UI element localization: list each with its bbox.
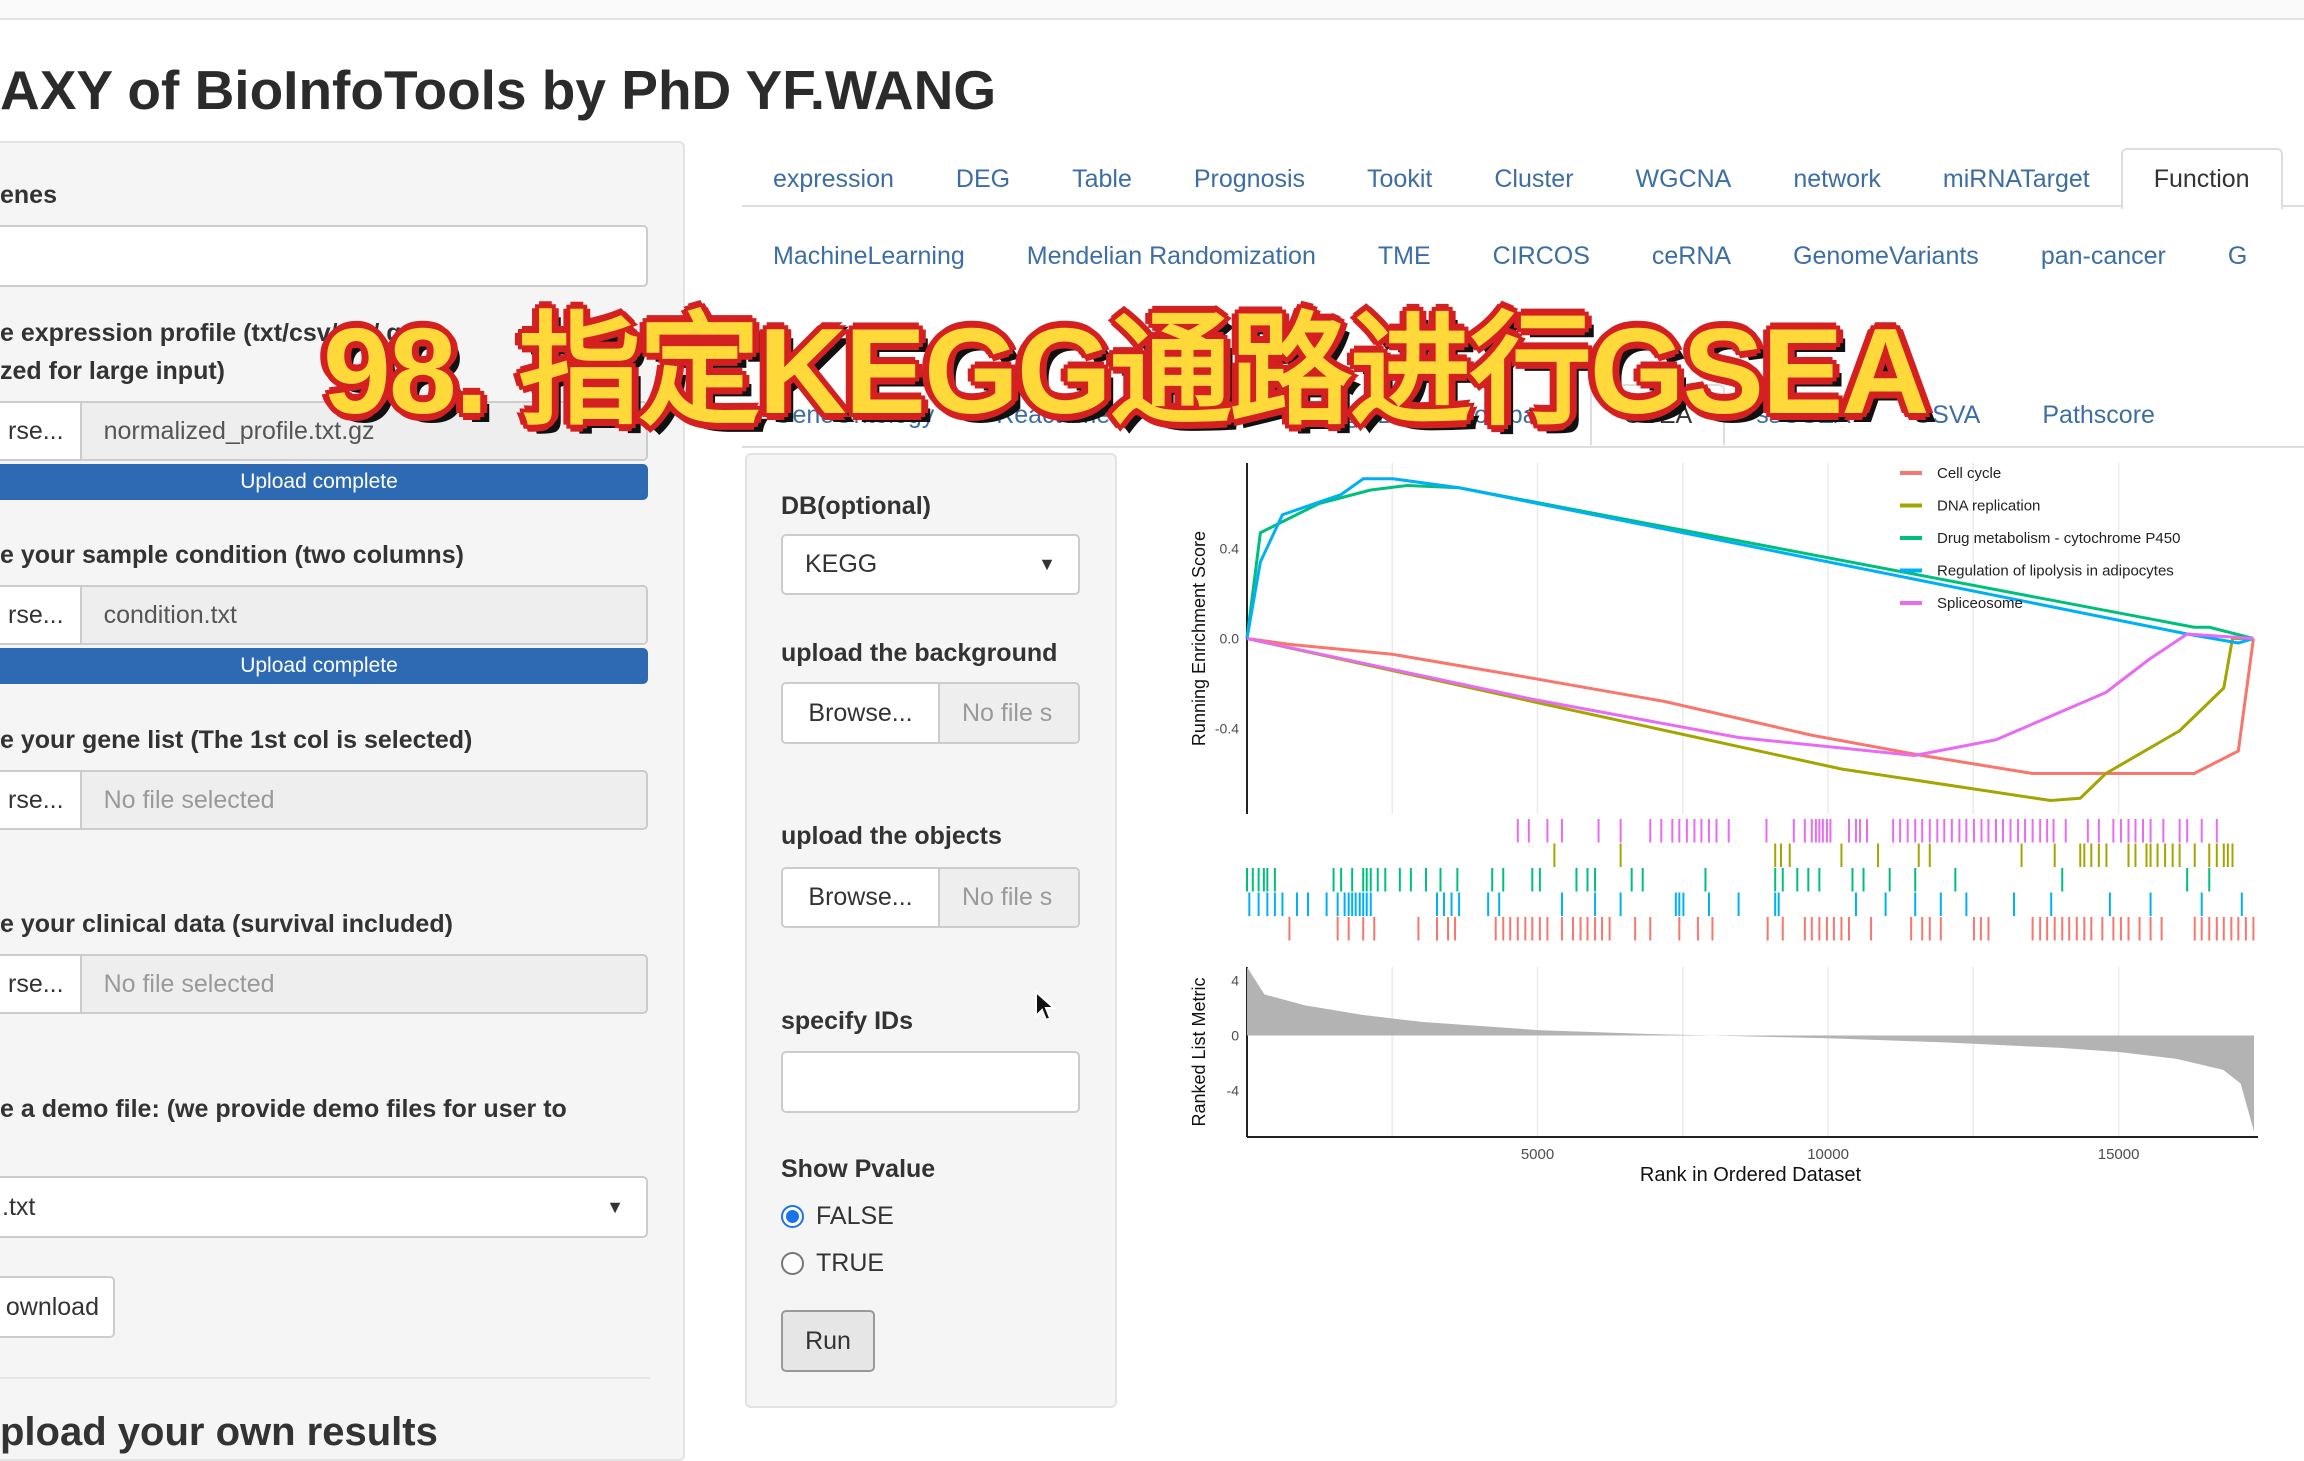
metric-tick-label: 4 xyxy=(1231,973,1239,989)
page-title: AXY of BioInfoTools by PhD YF.WANG xyxy=(0,59,997,121)
mouse-cursor-icon xyxy=(1035,990,1056,1022)
condition-file-input[interactable]: rse... condition.txt xyxy=(0,585,648,645)
tab-deg[interactable]: DEG xyxy=(925,148,1041,210)
legend-label: Cell cycle xyxy=(1937,465,2001,482)
show-pvalue-label: Show Pvalue xyxy=(781,1155,936,1183)
background-label: upload the background xyxy=(781,639,1058,667)
tab-expression[interactable]: expression xyxy=(742,148,925,210)
background-file-input[interactable]: Browse... No file s xyxy=(781,682,1080,744)
upload-progress-bar: Upload complete xyxy=(0,464,648,500)
objects-label: upload the objects xyxy=(781,822,1002,850)
x-tick-label: 15000 xyxy=(2098,1146,2140,1163)
x-tick-label: 10000 xyxy=(1807,1146,1849,1163)
file-name: No file s xyxy=(940,869,1078,926)
metric-y-axis-title: Ranked List Metric xyxy=(1189,977,1209,1126)
browse-button[interactable]: Browse... xyxy=(783,684,940,742)
pvalue-radio-true[interactable]: TRUE xyxy=(781,1249,884,1278)
browse-button[interactable]: rse... xyxy=(0,403,82,459)
file-name: No file selected xyxy=(81,772,646,828)
browse-button[interactable]: rse... xyxy=(0,772,82,828)
browse-button[interactable]: rse... xyxy=(0,956,82,1012)
browser-top-bar xyxy=(0,0,2304,20)
demo-select-value: .txt xyxy=(2,1192,36,1221)
tab-prognosis[interactable]: Prognosis xyxy=(1163,148,1336,210)
file-name: No file s xyxy=(940,684,1078,742)
es-line-spliceosome xyxy=(1246,632,2254,757)
tab-tookit[interactable]: Tookit xyxy=(1336,148,1463,210)
video-caption-overlay: 98. 指定KEGG通路进行GSEA xyxy=(321,301,1933,442)
es-line-regulation-of-lipolysis-in-adipocytes xyxy=(1245,477,2254,645)
radio-selected-icon[interactable] xyxy=(781,1205,804,1228)
radio-unselected-icon[interactable] xyxy=(781,1252,804,1275)
tab-g[interactable]: G xyxy=(2197,225,2278,287)
run-button[interactable]: Run xyxy=(781,1310,875,1372)
metric-tick-label: -4 xyxy=(1227,1082,1240,1098)
clinical-file-input[interactable]: rse... No file selected xyxy=(0,954,648,1014)
db-label: DB(optional) xyxy=(781,492,931,520)
tab-network[interactable]: network xyxy=(1762,148,1912,210)
db-select[interactable]: KEGG ▼ xyxy=(781,534,1080,595)
objects-file-input[interactable]: Browse... No file s xyxy=(781,867,1080,928)
metric-tick-label: 0 xyxy=(1231,1028,1239,1044)
gsea-plot: 0.4 0.0 -0.4 4 0 -4 5000 10000 15000 Rank in Orde… xyxy=(1189,463,2258,1186)
legend-label: Drug metabolism - cytochrome P450 xyxy=(1937,530,2180,547)
es-line-cell-cycle xyxy=(1246,637,2255,775)
tab-cluster[interactable]: Cluster xyxy=(1463,148,1604,210)
tab-pan-cancer[interactable]: pan-cancer xyxy=(2010,225,2197,287)
file-name: condition.txt xyxy=(81,587,646,643)
tab-pathscore[interactable]: Pathscore xyxy=(2011,384,2186,446)
demo-file-select[interactable]: .txt ▼ xyxy=(0,1176,648,1238)
ranked-metric-area xyxy=(1247,967,2254,1132)
file-name: No file selected xyxy=(81,956,646,1012)
specify-ids-label: specify IDs xyxy=(781,1007,914,1035)
es-tick-label: -0.4 xyxy=(1215,721,1239,737)
tab-row-main: expression DEG Table Prognosis Tookit Cluster… xyxy=(742,148,2283,210)
tab-function[interactable]: Function xyxy=(2120,148,2283,210)
es-line-dna-replication xyxy=(1246,637,2254,802)
gene-list-label: e your gene list (The 1st col is selecte… xyxy=(0,726,473,754)
sample-condition-label: e your sample condition (two columns) xyxy=(0,541,464,569)
download-button[interactable]: ownload xyxy=(0,1276,115,1338)
caret-down-icon: ▼ xyxy=(1038,554,1056,574)
expression-profile-label-line2: zed for large input) xyxy=(0,357,225,385)
es-tick-label: 0.0 xyxy=(1220,631,1240,647)
es-tick-label: 0.4 xyxy=(1220,541,1240,557)
x-tick-label: 5000 xyxy=(1521,1146,1554,1163)
upload-results-heading: pload your own results xyxy=(0,1410,438,1454)
divider xyxy=(0,1377,650,1379)
caret-down-icon: ▼ xyxy=(606,1196,624,1217)
x-axis-title: Rank in Ordered Dataset xyxy=(1640,1164,1862,1186)
browse-button[interactable]: rse... xyxy=(0,587,82,643)
clinical-data-label: e your clinical data (survival included) xyxy=(0,910,453,938)
db-select-value: KEGG xyxy=(805,550,878,578)
legend-label: DNA replication xyxy=(1937,498,2040,515)
legend-label: Regulation of lipolysis in adipocytes xyxy=(1937,563,2174,580)
browse-button[interactable]: Browse... xyxy=(783,869,940,926)
tab-table[interactable]: Table xyxy=(1041,148,1163,210)
demo-file-label: e a demo file: (we provide demo files fo… xyxy=(0,1095,567,1123)
legend-label: Spliceosome xyxy=(1937,595,2023,612)
radio-label: TRUE xyxy=(816,1249,885,1277)
tab-wgcna[interactable]: WGCNA xyxy=(1605,148,1763,210)
gene-list-file-input[interactable]: rse... No file selected xyxy=(0,770,648,830)
genes-label: enes xyxy=(0,181,57,209)
upload-progress-bar: Upload complete xyxy=(0,648,648,684)
pvalue-radio-false[interactable]: FALSE xyxy=(781,1202,894,1231)
specify-ids-input[interactable] xyxy=(781,1051,1080,1113)
radio-label: FALSE xyxy=(816,1202,894,1230)
tab-mirnatarget[interactable]: miRNATarget xyxy=(1912,148,2121,210)
es-y-axis-title: Running Enrichment Score xyxy=(1189,531,1209,746)
